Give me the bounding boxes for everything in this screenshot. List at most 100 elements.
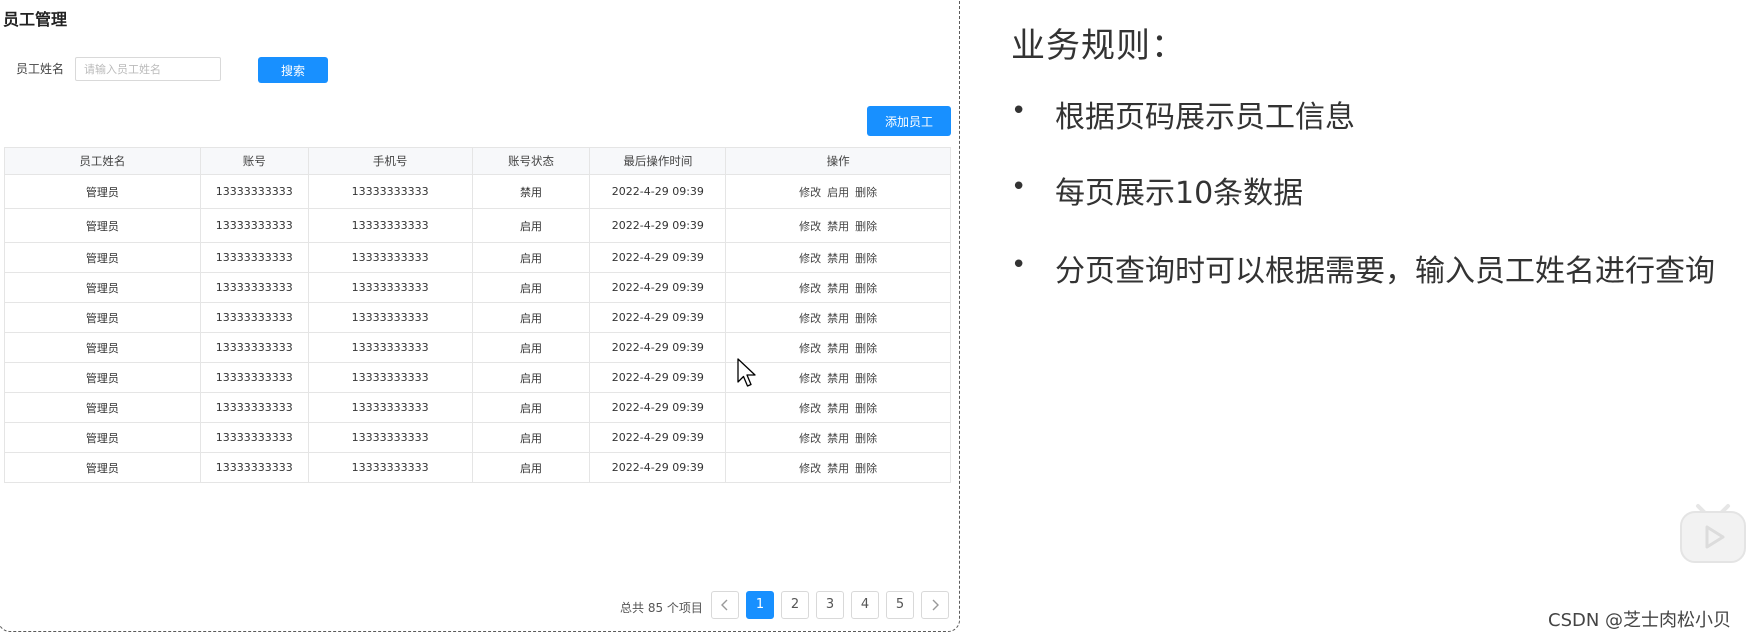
delete-link[interactable]: 删除: [855, 282, 877, 295]
toggle-status-link[interactable]: 禁用: [827, 462, 849, 475]
video-play-icon[interactable]: [1678, 500, 1748, 564]
cell-phone: 13333333333: [307, 392, 473, 423]
cell-name: 管理员: [4, 332, 201, 363]
toggle-status-link[interactable]: 禁用: [827, 252, 849, 265]
employee-table: 员工姓名 账号 手机号 账号状态 最后操作时间 操作 管理员 1333333333…: [4, 147, 951, 483]
toggle-status-link[interactable]: 禁用: [827, 282, 849, 295]
table-row: 管理员 13333333333 13333333333 启用 2022-4-29 09:…: [4, 302, 951, 333]
cell-phone: 13333333333: [307, 452, 473, 483]
edit-link[interactable]: 修改: [799, 220, 821, 233]
table-row: 管理员 13333333333 13333333333 启用 2022-4-29 09:…: [4, 332, 951, 363]
cell-last-op-time: 2022-4-29 09:39: [589, 452, 727, 483]
search-label: 员工姓名: [16, 62, 65, 76]
pagination-page-3[interactable]: 3: [816, 591, 844, 619]
rule-text: 每页展示10条数据: [1055, 176, 1304, 211]
toggle-status-link[interactable]: 禁用: [827, 402, 849, 415]
rule-text: 根据页码展示员工信息: [1055, 100, 1355, 135]
table-row: 管理员 13333333333 13333333333 启用 2022-4-29 09:…: [4, 242, 951, 273]
cell-last-op-time: 2022-4-29 09:39: [589, 302, 727, 333]
cell-phone: 13333333333: [307, 174, 473, 209]
cell-name: 管理员: [4, 362, 201, 393]
cell-name: 管理员: [4, 242, 201, 273]
cell-account: 13333333333: [199, 174, 309, 209]
employee-management-panel: 员工管理 员工姓名 搜索 添加员工 员工姓名 账号 手机号 账号状态 最后操作时…: [0, 0, 960, 632]
delete-link[interactable]: 删除: [855, 252, 877, 265]
cell-account: 13333333333: [199, 302, 309, 333]
delete-link[interactable]: 删除: [855, 220, 877, 233]
cell-last-op-time: 2022-4-29 09:39: [589, 242, 727, 273]
delete-link[interactable]: 删除: [855, 312, 877, 325]
cell-status: 启用: [471, 362, 591, 393]
delete-link[interactable]: 删除: [855, 342, 877, 355]
cell-status: 启用: [471, 242, 591, 273]
cell-phone: 13333333333: [307, 242, 473, 273]
edit-link[interactable]: 修改: [799, 282, 821, 295]
delete-link[interactable]: 删除: [855, 402, 877, 415]
pagination-page-5[interactable]: 5: [886, 591, 914, 619]
cell-account: 13333333333: [199, 272, 309, 303]
cell-account: 13333333333: [199, 422, 309, 453]
cell-account: 13333333333: [199, 242, 309, 273]
delete-link[interactable]: 删除: [855, 432, 877, 445]
column-header-name: 员工姓名: [4, 147, 201, 175]
cell-account: 13333333333: [199, 208, 309, 243]
search-input[interactable]: [75, 57, 221, 81]
cell-status: 启用: [471, 422, 591, 453]
cell-account: 13333333333: [199, 332, 309, 363]
cell-status: 启用: [471, 332, 591, 363]
rule-text: 分页查询时可以根据需要，输入员工姓名进行查询: [1055, 254, 1715, 289]
cell-actions: 修改 禁用 删除: [725, 362, 951, 393]
toggle-status-link[interactable]: 禁用: [827, 372, 849, 385]
cell-status: 启用: [471, 208, 591, 243]
mouse-cursor-icon: [737, 358, 756, 387]
edit-link[interactable]: 修改: [799, 372, 821, 385]
cell-phone: 13333333333: [307, 302, 473, 333]
cell-last-op-time: 2022-4-29 09:39: [589, 208, 727, 243]
cell-name: 管理员: [4, 174, 201, 209]
toggle-status-link[interactable]: 禁用: [827, 312, 849, 325]
cell-phone: 13333333333: [307, 272, 473, 303]
column-header-last-op-time: 最后操作时间: [589, 147, 727, 175]
delete-link[interactable]: 删除: [855, 372, 877, 385]
cell-last-op-time: 2022-4-29 09:39: [589, 272, 727, 303]
cell-actions: 修改 禁用 删除: [725, 452, 951, 483]
column-header-account: 账号: [199, 147, 309, 175]
cell-status: 启用: [471, 392, 591, 423]
delete-link[interactable]: 删除: [855, 462, 877, 475]
cell-last-op-time: 2022-4-29 09:39: [589, 174, 727, 209]
bullet-icon: •: [1011, 96, 1027, 126]
chevron-left-icon: [721, 599, 728, 610]
cell-name: 管理员: [4, 272, 201, 303]
pagination-prev-button[interactable]: [711, 591, 739, 619]
toggle-status-link[interactable]: 禁用: [827, 342, 849, 355]
edit-link[interactable]: 修改: [799, 342, 821, 355]
edit-link[interactable]: 修改: [799, 252, 821, 265]
edit-link[interactable]: 修改: [799, 186, 821, 199]
edit-link[interactable]: 修改: [799, 432, 821, 445]
edit-link[interactable]: 修改: [799, 402, 821, 415]
cell-last-op-time: 2022-4-29 09:39: [589, 332, 727, 363]
column-header-status: 账号状态: [471, 147, 591, 175]
chevron-right-icon: [932, 599, 939, 610]
pagination-page-4[interactable]: 4: [851, 591, 879, 619]
pagination-page-2[interactable]: 2: [781, 591, 809, 619]
table-row: 管理员 13333333333 13333333333 启用 2022-4-29 09:…: [4, 422, 951, 453]
edit-link[interactable]: 修改: [799, 462, 821, 475]
toggle-status-link[interactable]: 禁用: [827, 432, 849, 445]
pagination-page-1[interactable]: 1: [746, 591, 774, 619]
cell-name: 管理员: [4, 392, 201, 423]
table-row: 管理员 13333333333 13333333333 启用 2022-4-29 09:…: [4, 452, 951, 483]
table-row: 管理员 13333333333 13333333333 启用 2022-4-29 09:…: [4, 272, 951, 303]
add-employee-button[interactable]: 添加员工: [867, 106, 951, 136]
table-row: 管理员 13333333333 13333333333 禁用 2022-4-29 09:…: [4, 174, 951, 209]
cell-account: 13333333333: [199, 362, 309, 393]
cell-phone: 13333333333: [307, 208, 473, 243]
pagination-next-button[interactable]: [921, 591, 949, 619]
toggle-status-link[interactable]: 启用: [827, 186, 849, 199]
search-button[interactable]: 搜索: [258, 57, 328, 83]
page-title: 员工管理: [3, 10, 68, 29]
edit-link[interactable]: 修改: [799, 312, 821, 325]
delete-link[interactable]: 删除: [855, 186, 877, 199]
cell-phone: 13333333333: [307, 332, 473, 363]
toggle-status-link[interactable]: 禁用: [827, 220, 849, 233]
